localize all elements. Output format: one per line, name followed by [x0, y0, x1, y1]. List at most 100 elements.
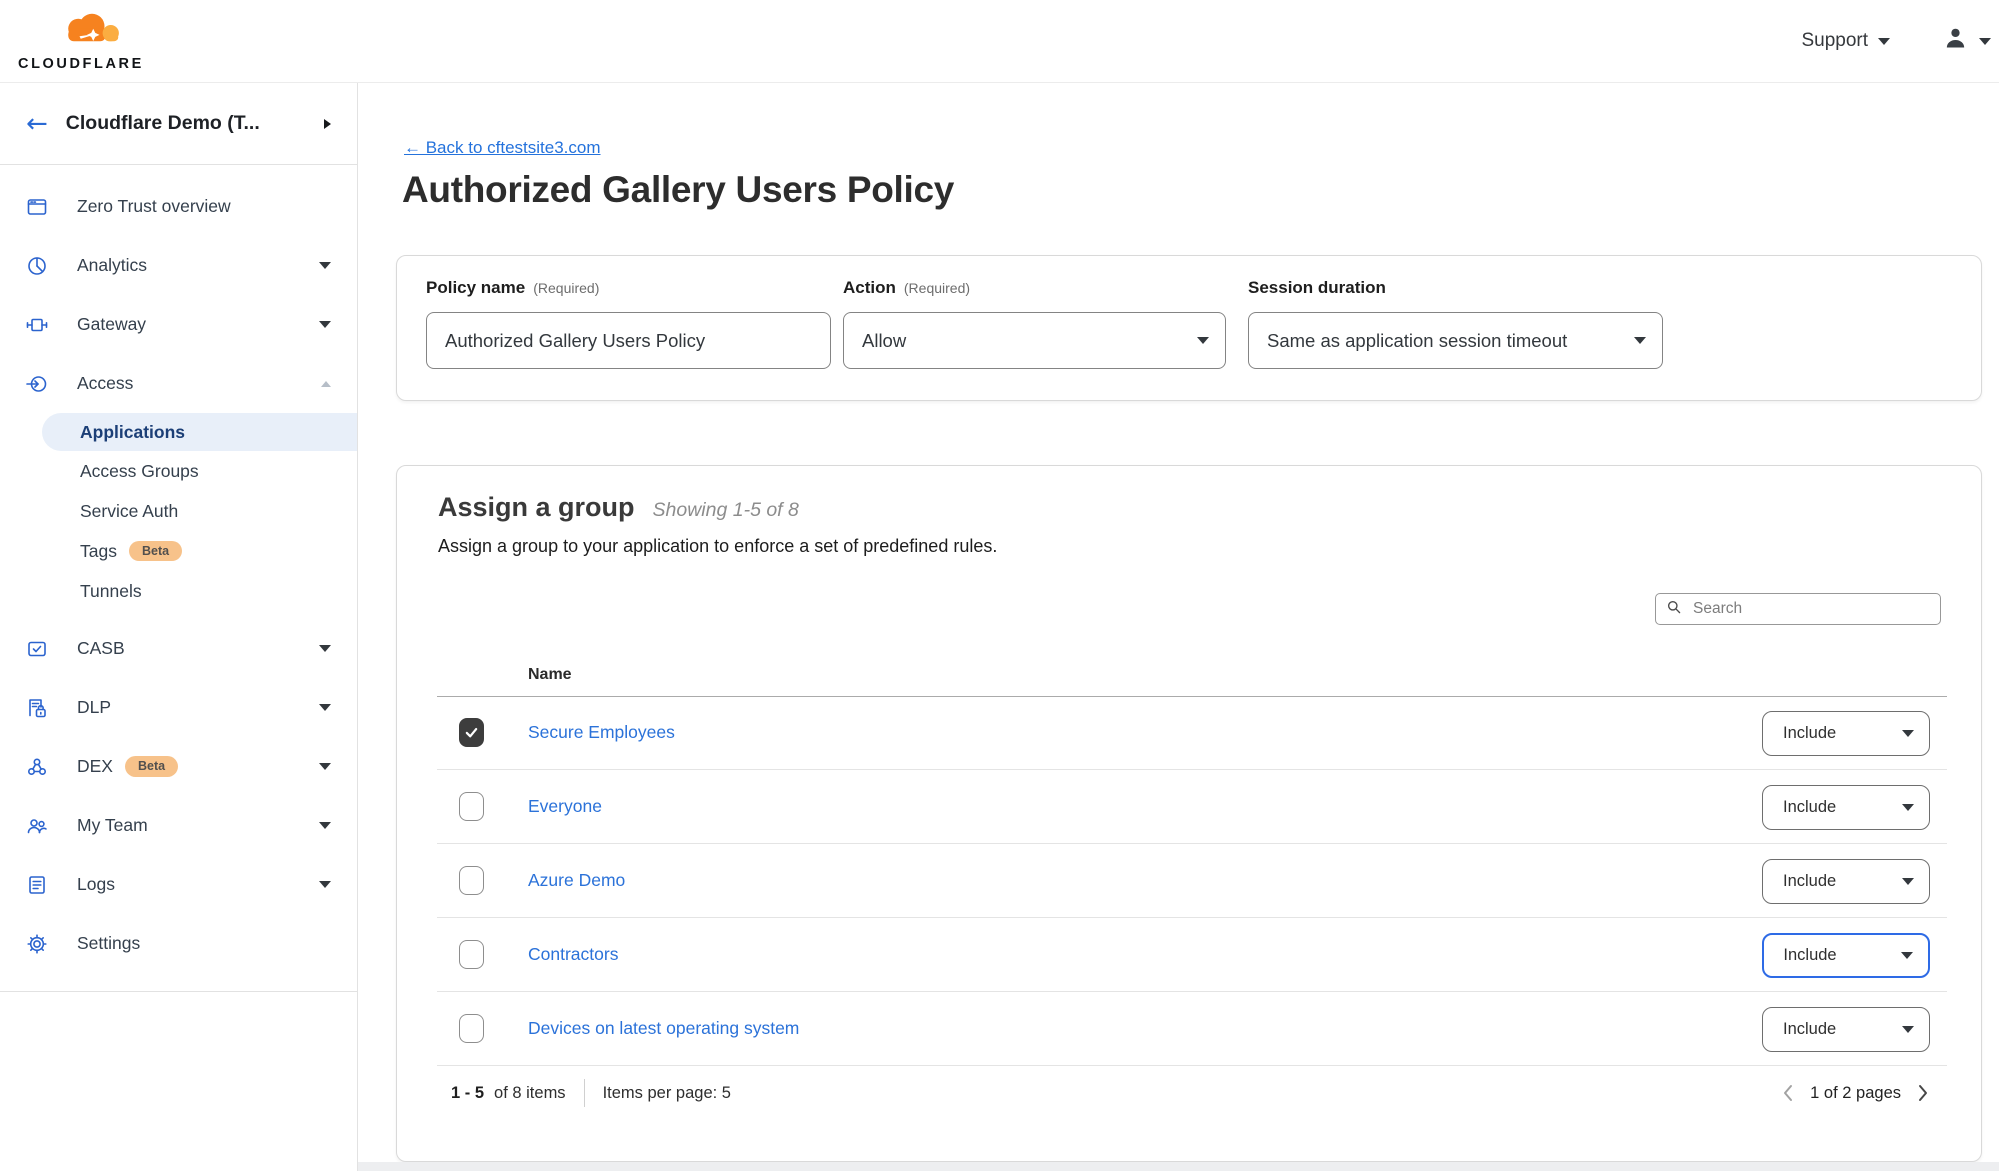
row-checkbox[interactable] — [459, 1014, 484, 1043]
dlp-icon — [26, 697, 48, 719]
back-arrow-icon[interactable]: ← — [26, 111, 48, 137]
sidebar-item-label: Analytics — [77, 255, 319, 276]
search-icon — [1666, 599, 1682, 620]
person-icon — [1942, 25, 1969, 57]
sidebar-item-zero-trust-overview[interactable]: Zero Trust overview — [0, 177, 357, 236]
sidebar-item-label: Zero Trust overview — [77, 196, 331, 217]
table-row: Secure Employees Include — [397, 696, 1981, 770]
name-column-header: Name — [528, 666, 572, 684]
group-name-link[interactable]: Secure Employees — [528, 722, 675, 743]
include-dropdown[interactable]: Include — [1762, 933, 1930, 978]
sidebar-item-label: DEXBeta — [77, 756, 319, 777]
cloudflare-cloud-icon — [18, 10, 140, 55]
session-duration-select[interactable]: Same as application session timeout — [1248, 312, 1663, 369]
chevron-down-icon — [1902, 730, 1914, 737]
sidebar-item-access[interactable]: Access — [0, 354, 357, 413]
access-icon — [26, 373, 48, 395]
user-menu[interactable] — [1942, 25, 1991, 57]
action-label: Action — [843, 278, 896, 298]
chevron-down-icon — [319, 321, 331, 328]
chevron-down-icon — [319, 262, 331, 269]
include-dropdown[interactable]: Include — [1762, 785, 1930, 830]
sidebar-item-access-groups[interactable]: Access Groups — [0, 451, 357, 491]
chevron-right-icon — [324, 119, 331, 129]
sidebar-item-tags[interactable]: Tags Beta — [0, 531, 357, 571]
chevron-down-icon — [319, 881, 331, 888]
sidebar-item-logs[interactable]: Logs — [0, 855, 357, 914]
sidebar-item-settings[interactable]: Settings — [0, 914, 357, 973]
chevron-down-icon — [319, 704, 331, 711]
sidebar-item-label: Tags — [80, 541, 117, 562]
table-row: Devices on latest operating system Includ… — [397, 992, 1981, 1066]
chevron-left-icon[interactable] — [1780, 1082, 1796, 1104]
include-dropdown-value: Include — [1783, 946, 1836, 965]
chevron-down-icon — [319, 822, 331, 829]
sidebar-item-label: Service Auth — [80, 501, 178, 522]
include-dropdown[interactable]: Include — [1762, 859, 1930, 904]
my-team-icon — [26, 815, 48, 837]
sidebar-item-label: Applications — [80, 422, 185, 443]
include-dropdown-value: Include — [1783, 872, 1836, 891]
include-dropdown-value: Include — [1783, 798, 1836, 817]
footer-divider — [584, 1079, 585, 1107]
sidebar-item-my-team[interactable]: My Team — [0, 796, 357, 855]
action-select[interactable]: Allow — [843, 312, 1226, 369]
include-dropdown-value: Include — [1783, 1020, 1836, 1039]
beta-badge: Beta — [125, 756, 178, 777]
sidebar-item-applications[interactable]: Applications — [42, 413, 357, 451]
table-row: Azure Demo Include — [397, 844, 1981, 918]
beta-badge: Beta — [129, 541, 182, 562]
group-name-link[interactable]: Contractors — [528, 944, 618, 965]
sidebar-item-label: DLP — [77, 697, 319, 718]
cloudflare-logo[interactable]: CLOUDFLARE — [18, 10, 144, 72]
table-row: Contractors Include — [397, 918, 1981, 992]
assign-group-description: Assign a group to your application to en… — [438, 536, 997, 557]
sidebar-item-dex[interactable]: DEXBeta — [0, 737, 357, 796]
row-checkbox[interactable] — [459, 792, 484, 821]
support-menu[interactable]: Support — [1801, 30, 1890, 52]
items-range: 1 - 5 — [451, 1084, 484, 1103]
group-name-link[interactable]: Devices on latest operating system — [528, 1018, 799, 1039]
sidebar-item-service-auth[interactable]: Service Auth — [0, 491, 357, 531]
group-search[interactable] — [1655, 593, 1941, 625]
account-name: Cloudflare Demo (T... — [66, 112, 324, 135]
chevron-down-icon — [1634, 337, 1646, 344]
sidebar-item-analytics[interactable]: Analytics — [0, 236, 357, 295]
include-dropdown-value: Include — [1783, 724, 1836, 743]
sidebar-item-tunnels[interactable]: Tunnels — [0, 571, 357, 611]
policy-name-label: Policy name — [426, 278, 525, 298]
items-per-page: Items per page: 5 — [603, 1084, 731, 1103]
row-checkbox-checked[interactable] — [459, 718, 484, 747]
analytics-icon — [26, 255, 48, 277]
sidebar-item-label: Access — [77, 373, 321, 394]
chevron-down-icon — [319, 763, 331, 770]
account-switcher[interactable]: ← Cloudflare Demo (T... — [0, 83, 357, 165]
sidebar-item-gateway[interactable]: Gateway — [0, 295, 357, 354]
sidebar-item-label: Logs — [77, 874, 319, 895]
logs-icon — [26, 874, 48, 896]
row-checkbox[interactable] — [459, 940, 484, 969]
gateway-icon — [26, 314, 48, 336]
session-duration-label: Session duration — [1248, 278, 1386, 298]
table-row: Everyone Include — [397, 770, 1981, 844]
group-name-link[interactable]: Everyone — [528, 796, 602, 817]
page-title: Authorized Gallery Users Policy — [402, 169, 954, 211]
main-content: ← Back to cftestsite3.com Authorized Gal… — [358, 83, 1999, 1171]
sidebar-item-label: My Team — [77, 815, 319, 836]
action-value: Allow — [862, 330, 906, 352]
chevron-down-icon — [1902, 1026, 1914, 1033]
include-dropdown[interactable]: Include — [1762, 711, 1930, 756]
search-input[interactable] — [1691, 599, 1930, 619]
chevron-right-icon[interactable] — [1915, 1082, 1931, 1104]
row-checkbox[interactable] — [459, 866, 484, 895]
casb-icon — [26, 638, 48, 660]
policy-name-input[interactable] — [426, 312, 831, 369]
sidebar-item-dlp[interactable]: DLP — [0, 678, 357, 737]
sidebar-item-casb[interactable]: CASB — [0, 619, 357, 678]
group-name-link[interactable]: Azure Demo — [528, 870, 625, 891]
include-dropdown[interactable]: Include — [1762, 1007, 1930, 1052]
chevron-down-icon — [1902, 878, 1914, 885]
sidebar: ← Cloudflare Demo (T... Zero Trust overv… — [0, 83, 358, 1171]
page-indicator: 1 of 2 pages — [1810, 1084, 1901, 1103]
back-to-site-link[interactable]: ← Back to cftestsite3.com — [404, 138, 601, 158]
